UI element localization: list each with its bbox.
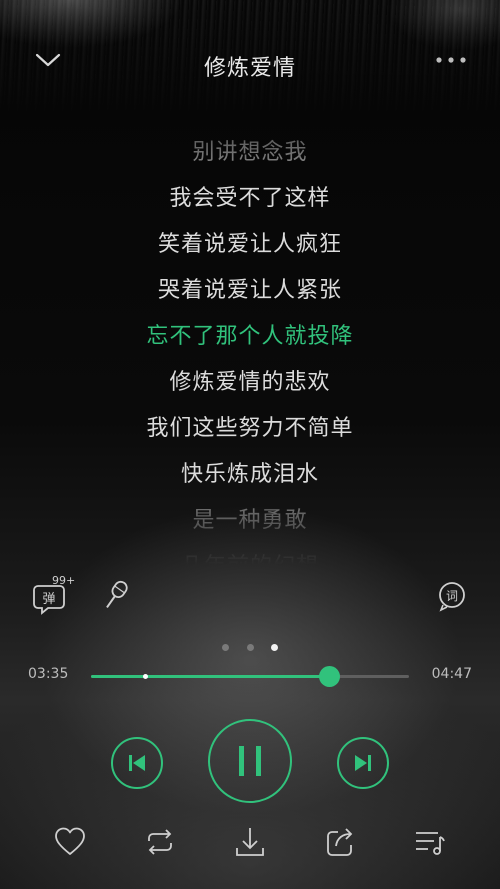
page-dot-active[interactable] bbox=[270, 644, 278, 651]
lyric-line: 别讲想念我 bbox=[192, 140, 308, 165]
pause-icon bbox=[239, 746, 261, 776]
bottom-action-bar bbox=[0, 818, 500, 868]
playback-controls bbox=[0, 718, 500, 808]
song-title: 修炼爱情 bbox=[203, 56, 296, 81]
page-dot[interactable] bbox=[222, 644, 230, 651]
lyric-label: 词 bbox=[446, 589, 458, 603]
playlist-icon[interactable] bbox=[412, 824, 448, 860]
lyric-line: 快乐炼成泪水 bbox=[180, 462, 319, 487]
share-icon[interactable] bbox=[322, 824, 358, 860]
lyric-line: 是一种勇敢 bbox=[192, 508, 308, 533]
danmu-label: 弹 bbox=[42, 592, 55, 607]
current-time: 03:35 bbox=[28, 666, 69, 682]
skip-next-icon bbox=[355, 755, 371, 771]
progress-row: 03:35 04:47 bbox=[0, 662, 500, 690]
page-dot[interactable] bbox=[246, 644, 254, 651]
lyric-icon: 词 bbox=[439, 582, 465, 612]
more-dots-icon[interactable] bbox=[434, 54, 468, 66]
lyric-line: 我会受不了这样 bbox=[169, 186, 331, 211]
tool-row: 弹 99+ 词 bbox=[0, 572, 500, 620]
top-bar: 修炼爱情 bbox=[0, 40, 500, 90]
progress-track[interactable] bbox=[91, 666, 409, 687]
lyric-line: 笑着说爱让人疯狂 bbox=[157, 232, 342, 257]
previous-button[interactable] bbox=[111, 737, 163, 789]
danmu-count-badge: 99+ bbox=[52, 574, 76, 587]
lyric-line: 哭着说爱让人紧张 bbox=[157, 278, 342, 303]
microphone-icon[interactable] bbox=[98, 578, 132, 614]
progress-thumb[interactable] bbox=[319, 666, 341, 687]
lyric-line: 几年前的幻想 bbox=[0, 544, 500, 565]
lyric-line: 我们这些努力不简单 bbox=[146, 416, 354, 441]
total-time: 04:47 bbox=[431, 666, 472, 682]
repeat-icon[interactable] bbox=[142, 824, 178, 860]
pause-button[interactable] bbox=[208, 719, 292, 803]
danmu-button[interactable]: 弹 99+ bbox=[32, 574, 75, 616]
lyric-toggle-button[interactable]: 词 bbox=[436, 580, 468, 612]
skip-previous-icon bbox=[129, 755, 145, 771]
lyrics-panel[interactable]: 别讲想念我 我会受不了这样 笑着说爱让人疯狂 哭着说爱让人紧张 忘不了那个人就投… bbox=[0, 130, 500, 565]
lyric-line-active: 忘不了那个人就投降 bbox=[146, 324, 354, 349]
next-button[interactable] bbox=[337, 737, 389, 789]
download-icon[interactable] bbox=[232, 824, 268, 860]
progress-marker bbox=[143, 674, 149, 679]
lyric-line: 修炼爱情的悲欢 bbox=[169, 370, 331, 395]
progress-fill bbox=[91, 675, 330, 678]
heart-icon[interactable] bbox=[52, 824, 88, 860]
player-screen: 修炼爱情 别讲想念我 我会受不了这样 笑着说爱让人疯狂 哭着说爱让人紧张 忘不了… bbox=[0, 0, 500, 889]
page-indicator bbox=[0, 636, 500, 651]
